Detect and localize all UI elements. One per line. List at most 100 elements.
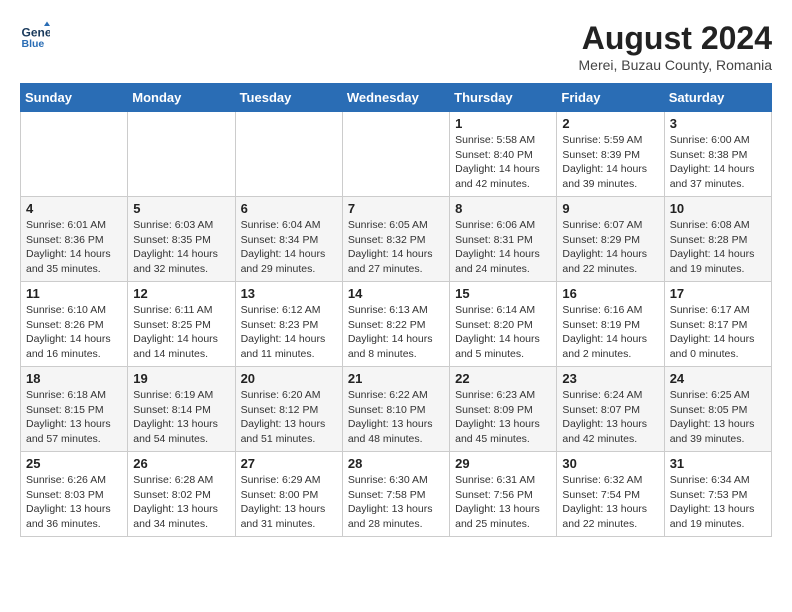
day-number: 10 — [670, 201, 766, 216]
day-info: Sunrise: 6:04 AM Sunset: 8:34 PM Dayligh… — [241, 218, 337, 277]
day-number: 31 — [670, 456, 766, 471]
day-info: Sunrise: 6:07 AM Sunset: 8:29 PM Dayligh… — [562, 218, 658, 277]
calendar-cell — [235, 112, 342, 197]
calendar-cell: 29 Sunrise: 6:31 AM Sunset: 7:56 PM Dayli… — [450, 452, 557, 537]
calendar-cell: 3 Sunrise: 6:00 AM Sunset: 8:38 PM Daylig… — [664, 112, 771, 197]
calendar-cell: 20Sunrise: 6:20 AM Sunset: 8:12 PM Dayli… — [235, 367, 342, 452]
day-number: 29 — [455, 456, 551, 471]
day-info: Sunrise: 6:11 AM Sunset: 8:25 PM Dayligh… — [133, 303, 229, 362]
day-number: 5 — [133, 201, 229, 216]
calendar-cell: 18 Sunrise: 6:18 AM Sunset: 8:15 PM Dayli… — [21, 367, 128, 452]
day-number: 12 — [133, 286, 229, 301]
day-number: 27 — [241, 456, 337, 471]
day-info: Sunrise: 6:08 AM Sunset: 8:28 PM Dayligh… — [670, 218, 766, 277]
location: Merei, Buzau County, Romania — [579, 57, 773, 73]
day-info: Sunrise: 6:03 AM Sunset: 8:35 PM Dayligh… — [133, 218, 229, 277]
day-header-monday: Monday — [128, 84, 235, 112]
day-info: Sunrise: 6:34 AM Sunset: 7:53 PM Dayligh… — [670, 473, 766, 532]
day-number: 4 — [26, 201, 122, 216]
day-header-friday: Friday — [557, 84, 664, 112]
day-number: 18 — [26, 371, 122, 386]
calendar-cell: 28 Sunrise: 6:30 AM Sunset: 7:58 PM Dayli… — [342, 452, 449, 537]
day-number: 30 — [562, 456, 658, 471]
day-info: Sunrise: 6:18 AM Sunset: 8:15 PM Dayligh… — [26, 388, 122, 447]
calendar-cell — [342, 112, 449, 197]
calendar-cell: 25 Sunrise: 6:26 AM Sunset: 8:03 PM Dayli… — [21, 452, 128, 537]
day-number: 23 — [562, 371, 658, 386]
day-info: Sunrise: 5:59 AM Sunset: 8:39 PM Dayligh… — [562, 133, 658, 192]
calendar-cell: 7Sunrise: 6:05 AM Sunset: 8:32 PM Daylig… — [342, 197, 449, 282]
calendar-cell: 9 Sunrise: 6:07 AM Sunset: 8:29 PM Daylig… — [557, 197, 664, 282]
day-info: Sunrise: 6:30 AM Sunset: 7:58 PM Dayligh… — [348, 473, 444, 532]
calendar-header: SundayMondayTuesdayWednesdayThursdayFrid… — [21, 84, 772, 112]
calendar-cell: 14 Sunrise: 6:13 AM Sunset: 8:22 PM Dayli… — [342, 282, 449, 367]
day-info: Sunrise: 6:31 AM Sunset: 7:56 PM Dayligh… — [455, 473, 551, 532]
calendar-cell: 13 Sunrise: 6:12 AM Sunset: 8:23 PM Dayli… — [235, 282, 342, 367]
day-header-sunday: Sunday — [21, 84, 128, 112]
calendar-cell: 26Sunrise: 6:28 AM Sunset: 8:02 PM Dayli… — [128, 452, 235, 537]
logo-icon: General Blue — [20, 20, 50, 50]
day-info: Sunrise: 6:01 AM Sunset: 8:36 PM Dayligh… — [26, 218, 122, 277]
day-number: 17 — [670, 286, 766, 301]
day-header-thursday: Thursday — [450, 84, 557, 112]
day-number: 22 — [455, 371, 551, 386]
calendar-cell — [21, 112, 128, 197]
day-number: 19 — [133, 371, 229, 386]
day-info: Sunrise: 6:32 AM Sunset: 7:54 PM Dayligh… — [562, 473, 658, 532]
day-info: Sunrise: 6:14 AM Sunset: 8:20 PM Dayligh… — [455, 303, 551, 362]
calendar-body: 1 Sunrise: 5:58 AM Sunset: 8:40 PM Daylig… — [21, 112, 772, 537]
day-info: Sunrise: 6:25 AM Sunset: 8:05 PM Dayligh… — [670, 388, 766, 447]
day-info: Sunrise: 6:00 AM Sunset: 8:38 PM Dayligh… — [670, 133, 766, 192]
svg-text:Blue: Blue — [22, 38, 45, 50]
calendar-cell: 11 Sunrise: 6:10 AM Sunset: 8:26 PM Dayli… — [21, 282, 128, 367]
day-number: 28 — [348, 456, 444, 471]
day-info: Sunrise: 6:23 AM Sunset: 8:09 PM Dayligh… — [455, 388, 551, 447]
day-header-wednesday: Wednesday — [342, 84, 449, 112]
calendar-cell: 4 Sunrise: 6:01 AM Sunset: 8:36 PM Daylig… — [21, 197, 128, 282]
calendar-cell: 12 Sunrise: 6:11 AM Sunset: 8:25 PM Dayli… — [128, 282, 235, 367]
calendar-cell: 8Sunrise: 6:06 AM Sunset: 8:31 PM Daylig… — [450, 197, 557, 282]
day-info: Sunrise: 6:26 AM Sunset: 8:03 PM Dayligh… — [26, 473, 122, 532]
calendar-cell: 17 Sunrise: 6:17 AM Sunset: 8:17 PM Dayli… — [664, 282, 771, 367]
day-header-tuesday: Tuesday — [235, 84, 342, 112]
day-number: 25 — [26, 456, 122, 471]
calendar-cell: 27 Sunrise: 6:29 AM Sunset: 8:00 PM Dayli… — [235, 452, 342, 537]
calendar-cell: 1 Sunrise: 5:58 AM Sunset: 8:40 PM Daylig… — [450, 112, 557, 197]
day-number: 11 — [26, 286, 122, 301]
day-number: 7 — [348, 201, 444, 216]
logo: General Blue — [20, 20, 50, 50]
month-year: August 2024 — [579, 20, 773, 57]
week-row-5: 25 Sunrise: 6:26 AM Sunset: 8:03 PM Dayli… — [21, 452, 772, 537]
day-number: 1 — [455, 116, 551, 131]
calendar-cell: 10 Sunrise: 6:08 AM Sunset: 8:28 PM Dayli… — [664, 197, 771, 282]
week-row-1: 1 Sunrise: 5:58 AM Sunset: 8:40 PM Daylig… — [21, 112, 772, 197]
day-info: Sunrise: 6:17 AM Sunset: 8:17 PM Dayligh… — [670, 303, 766, 362]
day-info: Sunrise: 6:29 AM Sunset: 8:00 PM Dayligh… — [241, 473, 337, 532]
day-info: Sunrise: 5:58 AM Sunset: 8:40 PM Dayligh… — [455, 133, 551, 192]
calendar-cell: 22 Sunrise: 6:23 AM Sunset: 8:09 PM Dayli… — [450, 367, 557, 452]
header: General Blue August 2024 Merei, Buzau Co… — [20, 20, 772, 73]
calendar-cell: 5 Sunrise: 6:03 AM Sunset: 8:35 PM Daylig… — [128, 197, 235, 282]
title-area: August 2024 Merei, Buzau County, Romania — [579, 20, 773, 73]
calendar-cell: 23Sunrise: 6:24 AM Sunset: 8:07 PM Dayli… — [557, 367, 664, 452]
day-number: 3 — [670, 116, 766, 131]
calendar-cell: 24 Sunrise: 6:25 AM Sunset: 8:05 PM Dayli… — [664, 367, 771, 452]
calendar-cell: 30 Sunrise: 6:32 AM Sunset: 7:54 PM Dayli… — [557, 452, 664, 537]
day-info: Sunrise: 6:16 AM Sunset: 8:19 PM Dayligh… — [562, 303, 658, 362]
day-info: Sunrise: 6:13 AM Sunset: 8:22 PM Dayligh… — [348, 303, 444, 362]
day-info: Sunrise: 6:22 AM Sunset: 8:10 PM Dayligh… — [348, 388, 444, 447]
day-info: Sunrise: 6:19 AM Sunset: 8:14 PM Dayligh… — [133, 388, 229, 447]
day-number: 20 — [241, 371, 337, 386]
day-number: 13 — [241, 286, 337, 301]
week-row-4: 18 Sunrise: 6:18 AM Sunset: 8:15 PM Dayli… — [21, 367, 772, 452]
day-number: 16 — [562, 286, 658, 301]
day-info: Sunrise: 6:06 AM Sunset: 8:31 PM Dayligh… — [455, 218, 551, 277]
calendar-table: SundayMondayTuesdayWednesdayThursdayFrid… — [20, 83, 772, 537]
day-number: 9 — [562, 201, 658, 216]
day-info: Sunrise: 6:28 AM Sunset: 8:02 PM Dayligh… — [133, 473, 229, 532]
day-info: Sunrise: 6:12 AM Sunset: 8:23 PM Dayligh… — [241, 303, 337, 362]
day-number: 24 — [670, 371, 766, 386]
day-number: 14 — [348, 286, 444, 301]
day-header-saturday: Saturday — [664, 84, 771, 112]
day-info: Sunrise: 6:10 AM Sunset: 8:26 PM Dayligh… — [26, 303, 122, 362]
